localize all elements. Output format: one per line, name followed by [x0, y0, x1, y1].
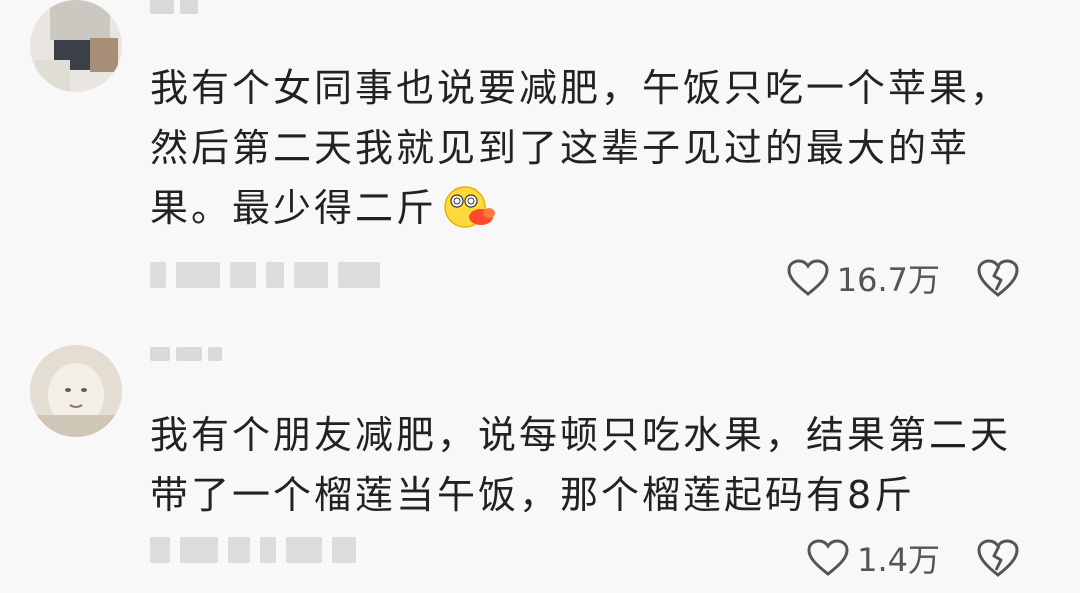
comment-text-content: 我有个朋友减肥，说每顿只吃水果，结果第二天带了一个榴莲当午饭，那个榴莲起码有8斤	[150, 413, 1012, 517]
like-count: 16.7万	[836, 261, 940, 299]
like-button[interactable]: 16.7万	[787, 255, 940, 301]
dizzy-surprised-face-icon	[443, 183, 496, 231]
comment-text: 我有个女同事也说要减肥，午饭只吃一个苹果，然后第二天我就见到了这辈子见过的最大的…	[150, 58, 1030, 238]
comment-item-2: 我有个朋友减肥，说每顿只吃水果，结果第二天带了一个榴莲当午饭，那个榴莲起码有8斤…	[0, 325, 1080, 593]
heart-outline-icon[interactable]	[807, 539, 849, 577]
username-redacted	[150, 347, 222, 361]
username-redacted	[150, 0, 198, 14]
like-button[interactable]: 1.4万	[807, 535, 940, 581]
comment-actions: 1.4万	[807, 535, 1020, 581]
like-count: 1.4万	[857, 541, 940, 579]
comment-text-content: 我有个女同事也说要减肥，午饭只吃一个苹果，然后第二天我就见到了这辈子见过的最大的…	[150, 66, 1012, 230]
comment-item-1: 我有个女同事也说要减肥，午饭只吃一个苹果，然后第二天我就见到了这辈子见过的最大的…	[0, 0, 1080, 320]
broken-heart-icon[interactable]	[976, 538, 1020, 578]
comment-meta-redacted	[150, 537, 356, 563]
broken-heart-icon[interactable]	[976, 258, 1020, 298]
comment-meta-redacted	[150, 262, 380, 288]
user-avatar[interactable]	[30, 345, 122, 437]
comment-actions: 16.7万	[787, 255, 1020, 301]
heart-outline-icon[interactable]	[787, 259, 829, 297]
comment-text: 我有个朋友减肥，说每顿只吃水果，结果第二天带了一个榴莲当午饭，那个榴莲起码有8斤	[150, 405, 1030, 525]
user-avatar[interactable]	[30, 0, 122, 92]
